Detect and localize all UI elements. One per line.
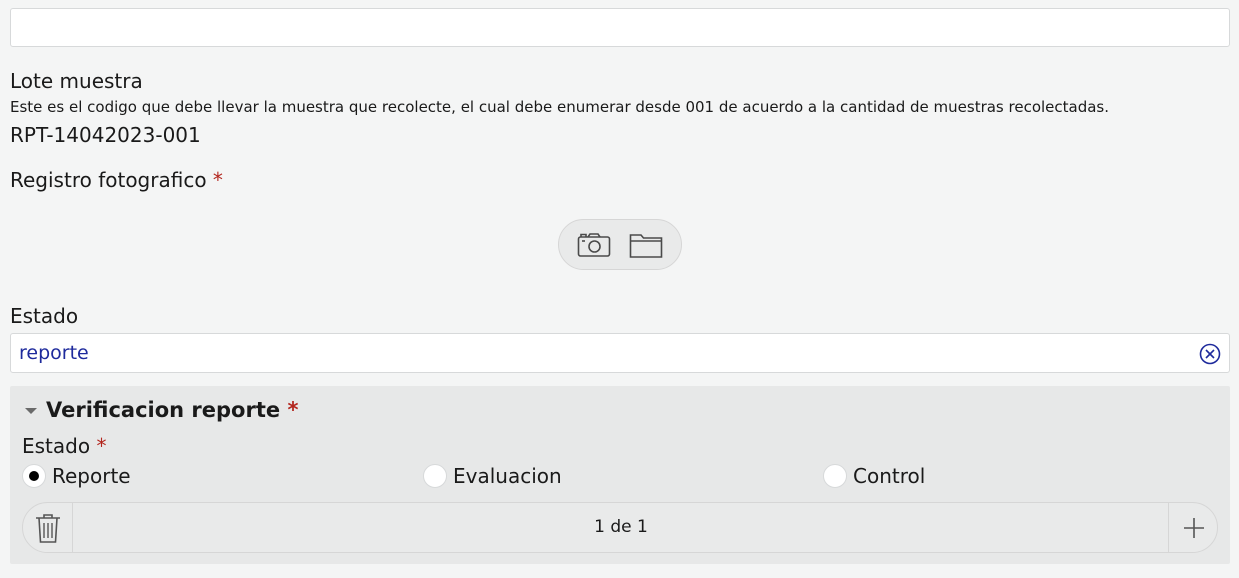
required-marker: * [287, 398, 299, 422]
estado-label: Estado [10, 304, 79, 328]
estado-input-value: reporte [19, 342, 89, 364]
radio-option-reporte[interactable]: Reporte [22, 464, 131, 488]
camera-icon[interactable] [577, 232, 611, 258]
plus-icon[interactable] [1183, 517, 1205, 543]
verificacion-reporte-header[interactable]: Verificacion reporte * [24, 398, 298, 422]
record-pager: 1 de 1 [22, 502, 1218, 553]
lote-muestra-label: Lote muestra [10, 69, 143, 93]
estado-input[interactable]: reporte [10, 333, 1230, 373]
lote-muestra-value: RPT-14042023-001 [10, 123, 201, 147]
top-text-field[interactable] [10, 8, 1230, 47]
clear-circle-icon[interactable] [1199, 343, 1221, 369]
radio-option-evaluacion[interactable]: Evaluacion [423, 464, 562, 488]
triangle-down-icon [24, 401, 38, 420]
required-marker: * [212, 168, 223, 192]
radio-option-control[interactable]: Control [823, 464, 925, 488]
radio-button[interactable] [423, 464, 447, 488]
photo-attachment-controls [558, 219, 682, 270]
folder-icon[interactable] [629, 231, 663, 259]
required-marker: * [96, 434, 107, 458]
verificacion-estado-label: Estado * [22, 434, 107, 458]
radio-label-reporte: Reporte [52, 464, 131, 488]
lote-muestra-hint: Este es el codigo que debe llevar la mue… [10, 98, 1110, 116]
registro-fotografico-label: Registro fotografico * [10, 168, 223, 192]
radio-label-evaluacion: Evaluacion [453, 464, 562, 488]
verificacion-reporte-title: Verificacion reporte * [46, 398, 299, 422]
registro-fotografico-text: Registro fotografico [10, 168, 207, 192]
radio-button[interactable] [823, 464, 847, 488]
radio-button-selected[interactable] [22, 464, 46, 488]
radio-label-control: Control [853, 464, 926, 488]
pager-count: 1 de 1 [594, 517, 648, 537]
